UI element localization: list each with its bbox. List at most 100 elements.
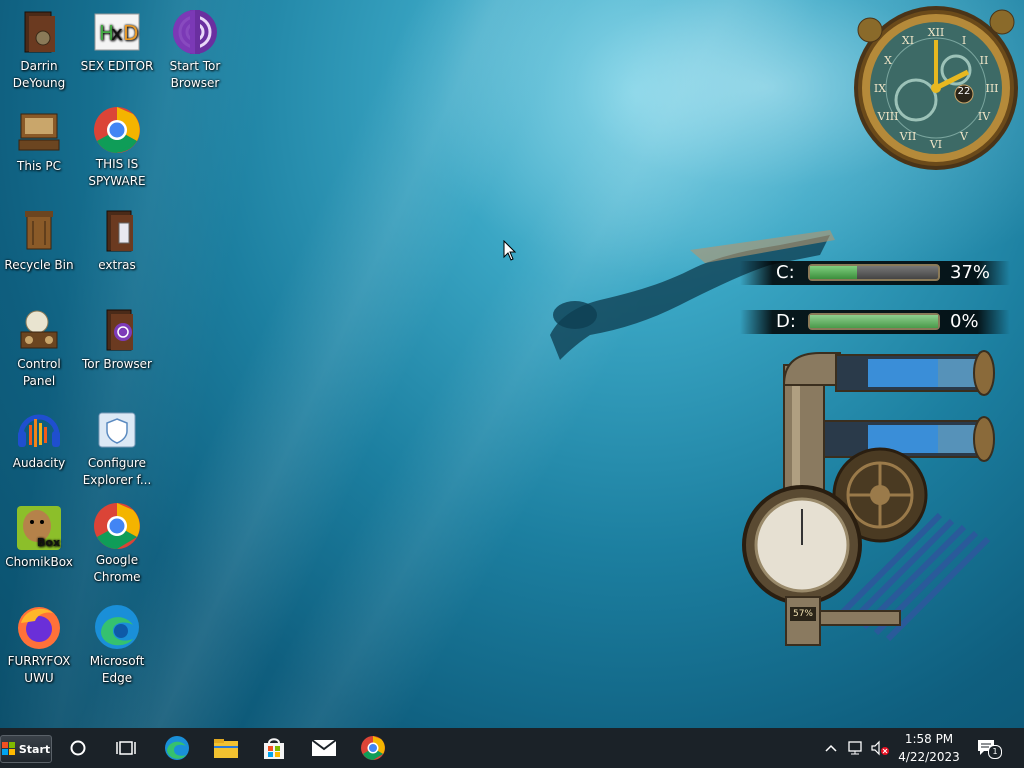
chrome-icon <box>93 106 141 154</box>
cpu-ram-gauge-widget[interactable]: 57% <box>740 345 1000 654</box>
desktop-icon-label: Tor Browser <box>81 357 152 371</box>
desktop-icon-label: Audacity <box>12 456 66 470</box>
desktop-icon-label: SEX EDITOR <box>80 59 154 73</box>
drive-usage-fill <box>810 315 938 328</box>
taskbar-search-button[interactable] <box>58 732 98 764</box>
edge-icon <box>93 603 141 651</box>
desktop-icon-tor-browser[interactable]: Tor Browser <box>78 306 156 373</box>
svg-text:x: x <box>111 21 123 45</box>
store-icon <box>264 738 284 759</box>
clock-face-icon: XIIIII IIIIVV VIVIIVIII IXXXI <box>854 6 1018 170</box>
desktop-icon-chomikbox[interactable]: Box ChomikBox <box>0 504 78 571</box>
desktop-icon-configure-explorer[interactable]: Configure Explorer f... <box>78 405 156 489</box>
desktop-icon-google-chrome[interactable]: Google Chrome <box>78 502 156 586</box>
windows-logo-icon <box>1 742 15 755</box>
svg-text:III: III <box>985 82 998 95</box>
taskbar-edge-button[interactable] <box>157 732 197 764</box>
chomikbox-icon: Box <box>15 504 63 552</box>
desktop-icon-audacity[interactable]: Audacity <box>0 405 78 472</box>
drive-letter: D: <box>776 311 796 332</box>
desktop-icon-label: Control Panel <box>17 357 61 388</box>
desktop-icon-label: Configure Explorer f... <box>82 456 152 487</box>
taskbar-task-view-button[interactable] <box>106 732 146 764</box>
svg-text:V: V <box>959 130 969 143</box>
desktop-icon-label: THIS IS SPYWARE <box>88 157 146 188</box>
folder-icon <box>93 207 141 255</box>
chrome-icon <box>361 736 385 760</box>
start-label: Start <box>18 742 51 756</box>
tray-volume-button[interactable] <box>869 736 891 760</box>
svg-text:VI: VI <box>929 138 942 151</box>
chrome-icon <box>93 502 141 550</box>
svg-text:XII: XII <box>928 26 945 39</box>
svg-text:X: X <box>884 54 892 67</box>
start-button[interactable]: Start <box>0 735 52 763</box>
desktop-icon-recycle-bin[interactable]: Recycle Bin <box>0 207 78 274</box>
mail-icon <box>311 739 337 756</box>
hex-editor-icon: HxD <box>93 8 141 56</box>
drive-meter-c[interactable]: C: 37% <box>740 257 1010 287</box>
clock-widget[interactable]: XII I II III IV V VI VII VIII IX X XI 22 <box>852 4 1020 172</box>
drive-usage-tube <box>808 264 940 281</box>
desktop-icon-label: Google Chrome <box>93 553 141 584</box>
svg-text:XI: XI <box>902 34 914 47</box>
computer-icon <box>15 108 63 156</box>
desktop-icon-this-is-spyware[interactable]: THIS IS SPYWARE <box>78 106 156 190</box>
tray-show-hidden-button[interactable] <box>822 736 840 760</box>
control-panel-icon <box>15 306 63 354</box>
desktop-icon-start-tor-browser[interactable]: Start Tor Browser <box>156 8 234 92</box>
desktop-icon-furryfox[interactable]: FURRYFOX UWU <box>0 603 78 687</box>
svg-text:II: II <box>980 54 989 67</box>
edge-icon <box>165 736 189 760</box>
recycle-bin-icon <box>15 207 63 255</box>
search-icon <box>70 740 86 756</box>
taskbar-time: 1:58 PM <box>904 732 954 746</box>
taskbar-mail-button[interactable] <box>304 732 344 764</box>
svg-text:VIII: VIII <box>877 110 899 123</box>
svg-text:Box: Box <box>37 536 60 549</box>
cpu-gauge-percent: 57% <box>792 609 813 619</box>
firefox-icon <box>15 603 63 651</box>
desktop-icon-control-panel[interactable]: Control Panel <box>0 306 78 390</box>
drive-meter-d[interactable]: D: 0% <box>740 306 1010 336</box>
desktop-icon-label: FURRYFOX UWU <box>7 654 71 685</box>
taskbar-file-explorer-button[interactable] <box>206 732 246 764</box>
desktop-icon-label: Darrin DeYoung <box>12 59 66 90</box>
svg-text:IV: IV <box>978 110 991 123</box>
desktop-icon-label: Microsoft Edge <box>89 654 145 685</box>
taskbar-date: 4/22/2023 <box>898 750 960 764</box>
volume-muted-icon <box>871 740 889 756</box>
drive-usage-percent: 0% <box>950 311 979 332</box>
drive-usage-fill <box>810 266 858 279</box>
drive-letter: C: <box>776 262 795 283</box>
svg-text:I: I <box>962 34 966 47</box>
svg-text:VII: VII <box>899 130 917 143</box>
desktop-icon-sex-editor[interactable]: HxD SEX EDITOR <box>78 8 156 75</box>
desktop-icon-label: Start Tor Browser <box>169 59 221 90</box>
shield-icon <box>93 405 141 453</box>
desktop-icon-darrin-deyoung[interactable]: Darrin DeYoung <box>0 8 78 92</box>
taskbar-store-button[interactable] <box>254 732 294 764</box>
file-explorer-icon <box>214 739 238 758</box>
chevron-up-icon <box>825 744 837 752</box>
svg-text:IX: IX <box>874 82 886 95</box>
desktop-icon-label: ChomikBox <box>5 555 73 569</box>
tray-network-button[interactable] <box>845 736 867 760</box>
desktop-icon-this-pc[interactable]: This PC <box>0 108 78 175</box>
network-icon <box>848 741 862 755</box>
steampunk-pipes-icon <box>742 350 995 646</box>
taskbar-chrome-button[interactable] <box>353 732 393 764</box>
desktop-icon-microsoft-edge[interactable]: Microsoft Edge <box>78 603 156 687</box>
mouse-cursor-icon <box>503 240 517 261</box>
tor-icon <box>171 8 219 56</box>
task-view-icon <box>116 741 136 755</box>
clock-date-badge: 22 <box>957 86 971 97</box>
desktop-icon-label: Recycle Bin <box>4 258 74 272</box>
desktop-icon-label: This PC <box>17 159 61 173</box>
taskbar-clock[interactable]: 1:58 PM 4/22/2023 <box>892 730 966 766</box>
svg-text:D: D <box>123 21 138 45</box>
drive-usage-tube <box>808 313 940 330</box>
action-center-button[interactable]: 1 <box>972 734 1002 762</box>
drive-usage-percent: 37% <box>950 262 991 283</box>
desktop-icon-extras[interactable]: extras <box>78 207 156 274</box>
